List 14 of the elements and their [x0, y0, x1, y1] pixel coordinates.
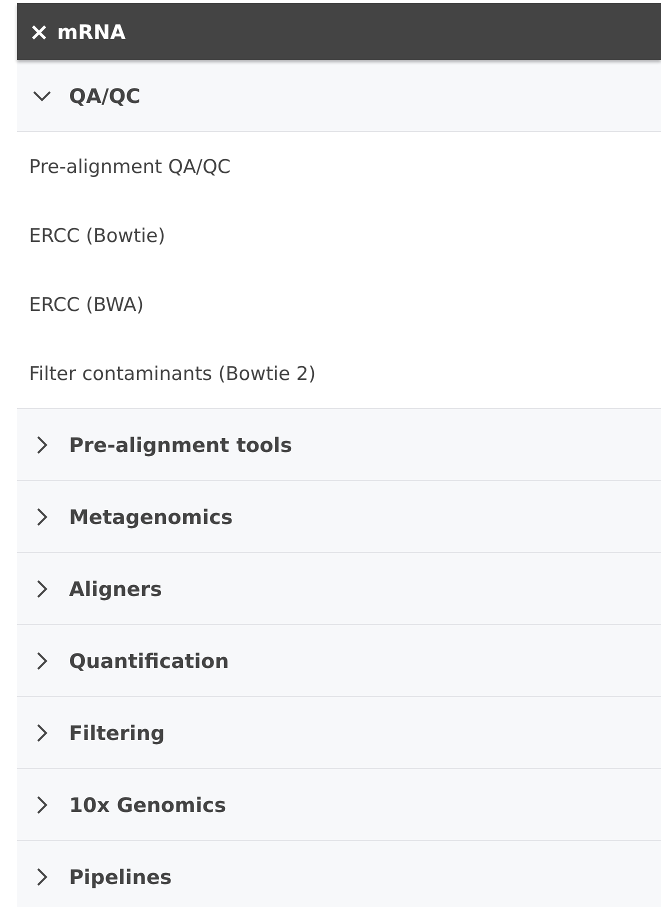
category-header[interactable]: QA/QC [17, 60, 661, 132]
tool-link[interactable]: ERCC (BWA) [29, 294, 144, 316]
close-icon[interactable]: × [29, 20, 50, 44]
category-header[interactable]: Filtering [17, 697, 661, 769]
category-header[interactable]: Pre-alignment tools [17, 409, 661, 481]
category-header[interactable]: Quantification [17, 625, 661, 697]
tool-link[interactable]: ERCC (Bowtie) [29, 224, 166, 246]
panel-title: mRNA [57, 20, 126, 44]
tool-link[interactable]: Filter contaminants (Bowtie 2) [29, 362, 316, 384]
category-header[interactable]: Pipelines [17, 841, 661, 907]
category-header[interactable]: Metagenomics [17, 481, 661, 553]
tool-link[interactable]: Pre-alignment QA/QC [29, 156, 231, 178]
category-header[interactable]: Aligners [17, 553, 661, 625]
category-header[interactable]: 10x Genomics [17, 769, 661, 841]
